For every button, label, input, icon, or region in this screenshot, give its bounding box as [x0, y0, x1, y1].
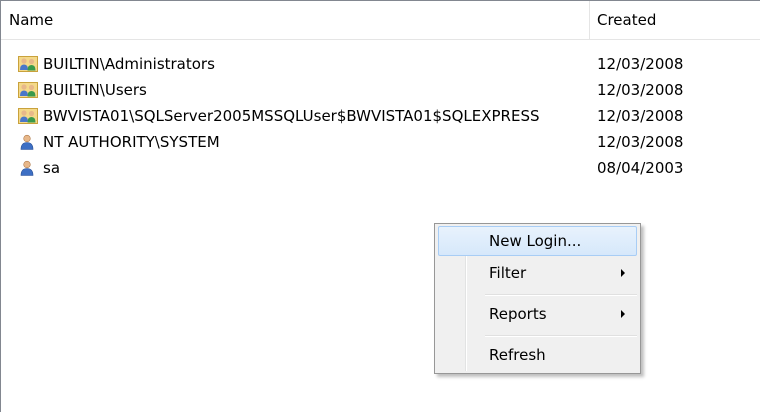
login-name: NT AUTHORITY\SYSTEM [43, 133, 220, 151]
login-row[interactable]: NT AUTHORITY\SYSTEM 12/03/2008 [1, 129, 760, 155]
logins-list-view[interactable]: Name Created BUILTIN\Administrators 12/0… [0, 0, 760, 412]
user-icon [20, 160, 34, 176]
user-icon [20, 134, 34, 150]
group-icon [18, 56, 38, 72]
submenu-arrow-icon [621, 310, 625, 318]
group-icon [18, 82, 38, 98]
login-row[interactable]: BWVISTA01\SQLServer2005MSSQLUser$BWVISTA… [1, 103, 760, 129]
menu-item-reports[interactable]: Reports [438, 299, 637, 329]
login-name: BUILTIN\Users [43, 81, 147, 99]
menu-item-label: Reports [489, 305, 547, 323]
login-name: BUILTIN\Administrators [43, 55, 215, 73]
login-name: sa [43, 159, 61, 177]
menu-item-label: Filter [489, 264, 527, 282]
context-menu[interactable]: New Login... Filter Reports Refresh [434, 223, 641, 374]
login-row[interactable]: sa 08/04/2003 [1, 155, 760, 181]
menu-item-new-login[interactable]: New Login... [438, 226, 637, 256]
login-created-date: 08/04/2003 [597, 159, 684, 177]
group-icon [18, 108, 38, 124]
login-created-date: 12/03/2008 [597, 133, 684, 151]
logins-rows: BUILTIN\Administrators 12/03/2008 BUILTI… [1, 51, 760, 181]
menu-separator [485, 294, 637, 296]
submenu-arrow-icon [621, 269, 625, 277]
login-row[interactable]: BUILTIN\Users 12/03/2008 [1, 77, 760, 103]
login-row[interactable]: BUILTIN\Administrators 12/03/2008 [1, 51, 760, 77]
menu-item-refresh[interactable]: Refresh [438, 340, 637, 370]
column-header-name[interactable]: Name [1, 1, 589, 39]
menu-item-label: New Login... [489, 232, 582, 250]
login-name: BWVISTA01\SQLServer2005MSSQLUser$BWVISTA… [43, 107, 540, 125]
menu-item-label: Refresh [489, 346, 546, 364]
list-header: Name Created [1, 1, 760, 40]
login-created-date: 12/03/2008 [597, 55, 684, 73]
login-created-date: 12/03/2008 [597, 81, 684, 99]
column-header-created[interactable]: Created [589, 1, 760, 39]
login-created-date: 12/03/2008 [597, 107, 684, 125]
menu-item-filter[interactable]: Filter [438, 258, 637, 288]
menu-separator [485, 335, 637, 337]
